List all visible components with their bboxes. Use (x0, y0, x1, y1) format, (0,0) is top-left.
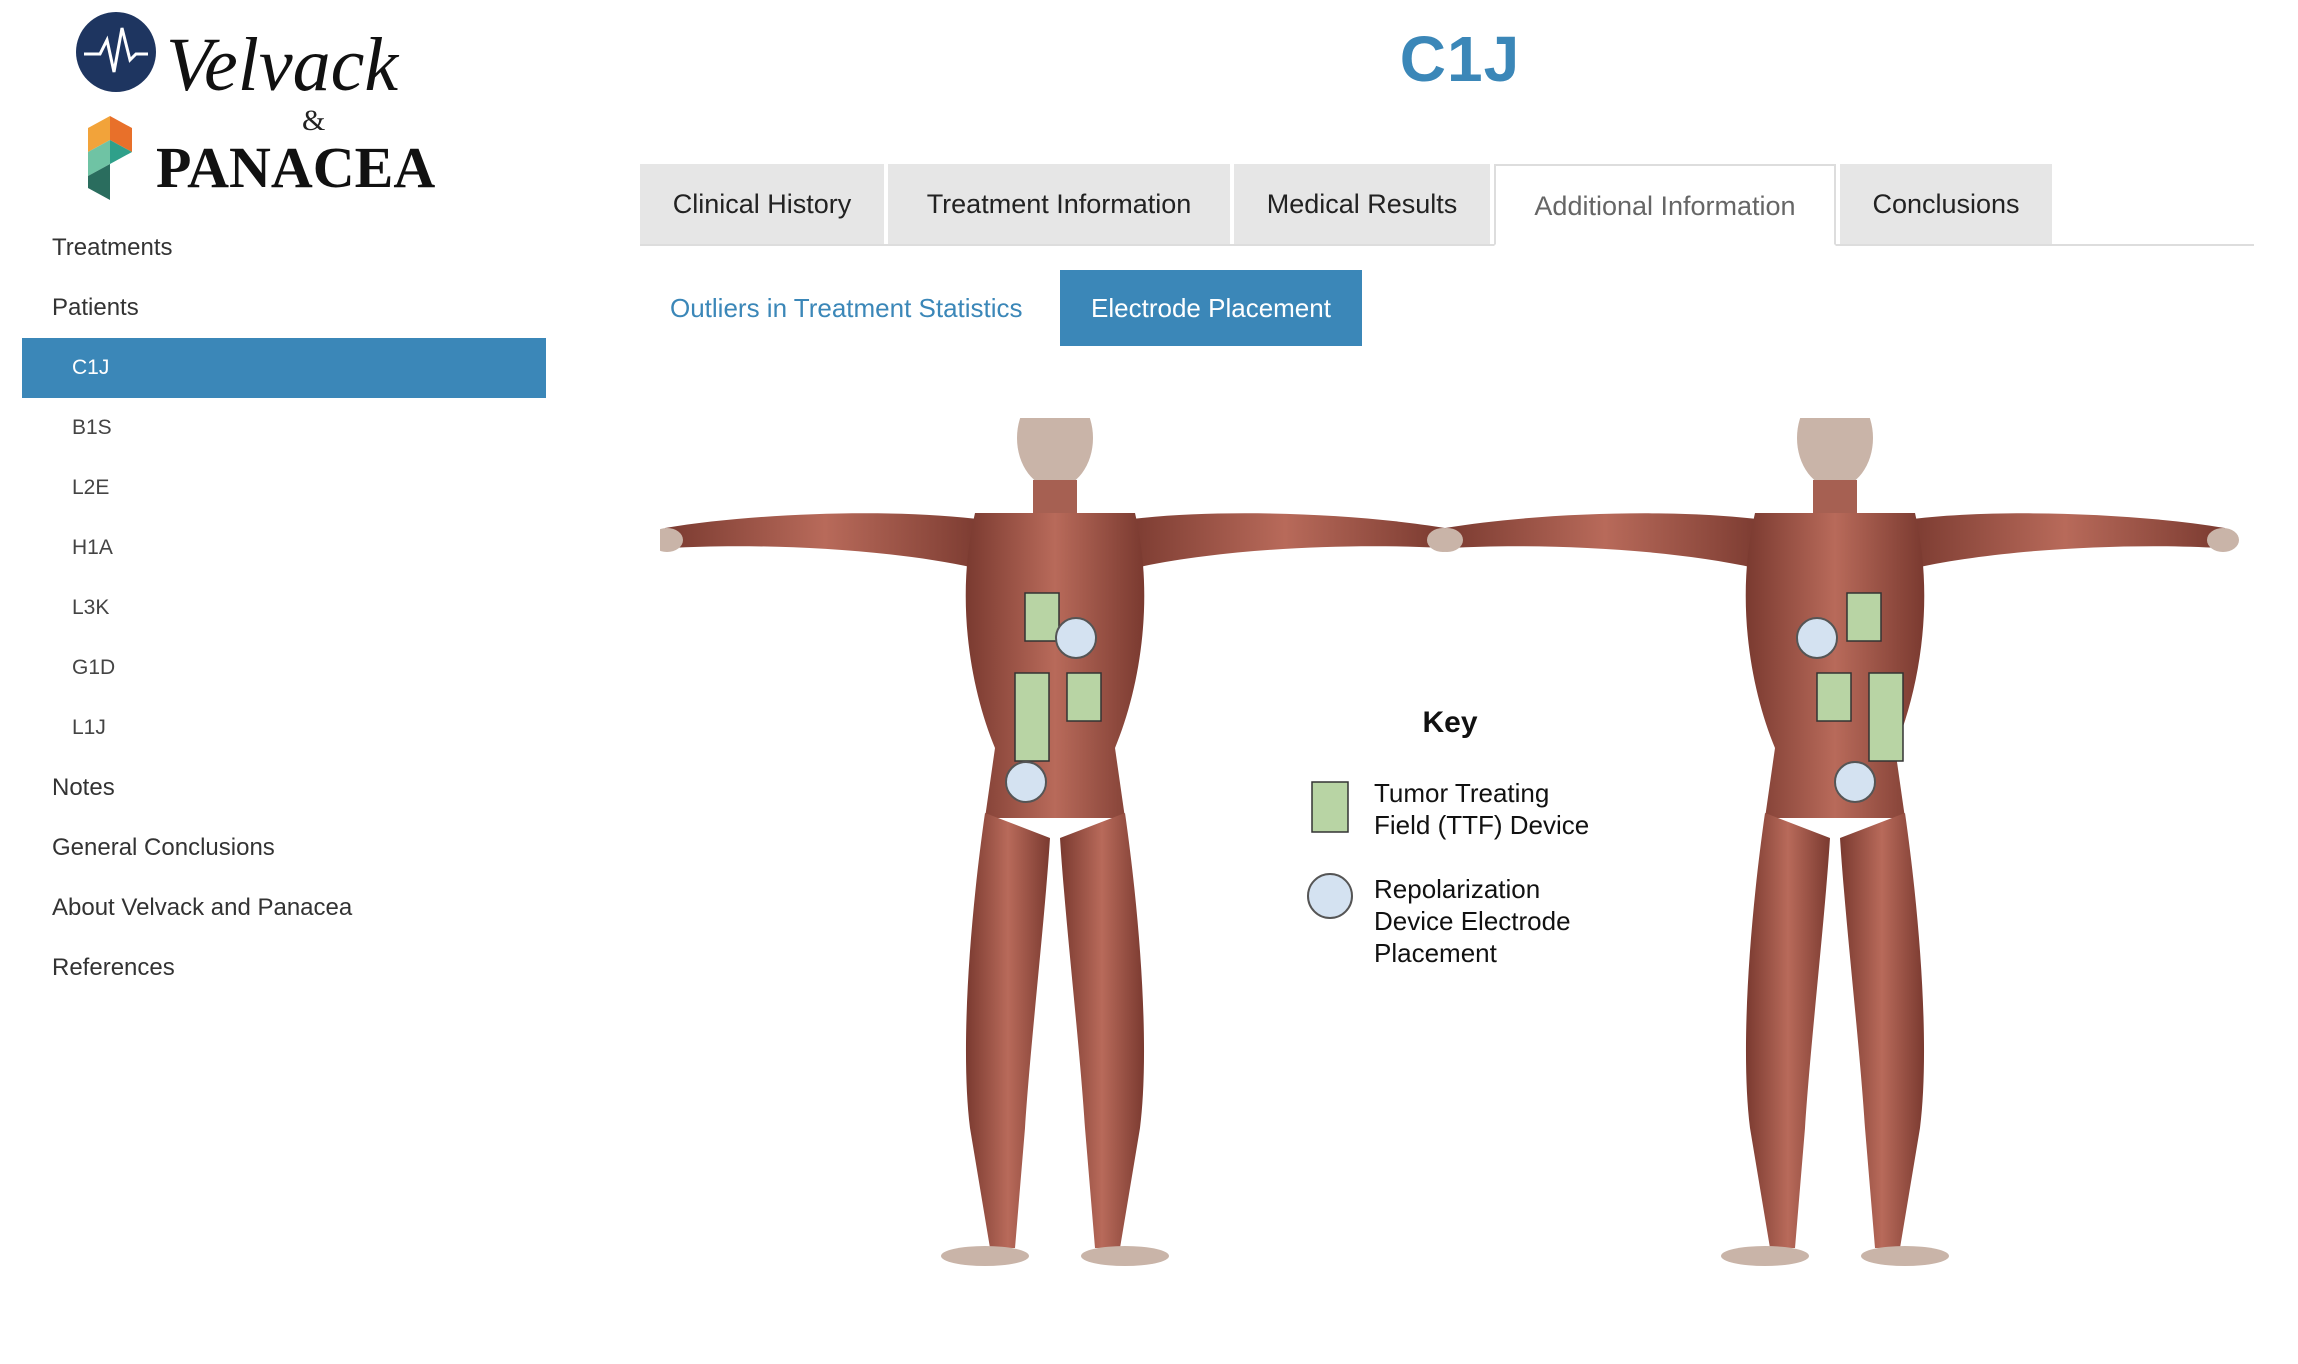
electrode-marker (1005, 761, 1047, 803)
electrode-marker (1834, 761, 1876, 803)
body-front-view (1431, 418, 2239, 1266)
key-repolarization-label-line2: Device Electrode (1374, 906, 1571, 936)
tab-conclusions[interactable]: Conclusions (1840, 164, 2052, 244)
velvack-panacea-logo: Velvack & PANACEA (70, 12, 490, 212)
subtab-outliers[interactable]: Outliers in Treatment Statistics (670, 270, 1023, 346)
tab-medical-results[interactable]: Medical Results (1234, 164, 1490, 244)
sidebar-nav: Treatments Patients C1J B1S L2E H1A L3K … (22, 218, 546, 998)
electrode-marker (1055, 617, 1097, 659)
tab-clinical-history[interactable]: Clinical History (640, 164, 884, 244)
sidebar-item-patient-l1j[interactable]: L1J (22, 698, 546, 758)
panacea-mark-icon (88, 116, 132, 200)
ttf-device-marker (1846, 592, 1882, 642)
logo-ampersand: & (302, 104, 325, 137)
sidebar-item-patient-g1d[interactable]: G1D (22, 638, 546, 698)
logo-velvack-text: Velvack (166, 23, 399, 107)
logo-graphic: Velvack & PANACEA (76, 12, 435, 200)
figure-key: Key Tumor Treating Field (TTF) Device Re… (1307, 706, 1589, 968)
ttf-device-marker (1816, 672, 1852, 722)
key-ttf-label-line2: Field (TTF) Device (1374, 810, 1589, 840)
key-repolarization-label-line3: Placement (1374, 938, 1498, 968)
sidebar-item-patient-h1a[interactable]: H1A (22, 518, 546, 578)
sidebar-item-about[interactable]: About Velvack and Panacea (22, 878, 546, 938)
tab-additional-information[interactable]: Additional Information (1494, 164, 1836, 246)
key-title: Key (1422, 706, 1477, 739)
sidebar-item-patients[interactable]: Patients (22, 278, 546, 338)
sidebar-item-treatments[interactable]: Treatments (22, 218, 546, 278)
key-repolarization-label-line1: Repolarization (1374, 874, 1540, 904)
sidebar-item-patient-l2e[interactable]: L2E (22, 458, 546, 518)
sidebar-item-general-conclusions[interactable]: General Conclusions (22, 818, 546, 878)
ttf-device-marker (1868, 672, 1904, 762)
key-ttf-label-line1: Tumor Treating (1374, 778, 1549, 808)
tab-treatment-information[interactable]: Treatment Information (888, 164, 1230, 244)
body-back-view (660, 418, 1459, 1266)
sidebar-item-notes[interactable]: Notes (22, 758, 546, 818)
sidebar-item-patient-l3k[interactable]: L3K (22, 578, 546, 638)
sidebar-item-patient-c1j[interactable]: C1J (22, 338, 546, 398)
ttf-device-marker (1066, 672, 1102, 722)
sidebar-item-patient-b1s[interactable]: B1S (22, 398, 546, 458)
key-electrode-swatch (1307, 873, 1353, 919)
heartbeat-icon-circle (76, 12, 156, 92)
electrode-placement-figure: Key Tumor Treating Field (TTF) Device Re… (660, 418, 2260, 1278)
ttf-device-marker (1014, 672, 1050, 762)
sidebar-item-references[interactable]: References (22, 938, 546, 998)
key-ttf-swatch (1311, 781, 1349, 833)
anatomy-diagram: Key Tumor Treating Field (TTF) Device Re… (660, 418, 2239, 1266)
subtab-electrode-placement[interactable]: Electrode Placement (1060, 270, 1362, 346)
logo-panacea-text: PANACEA (156, 135, 435, 200)
page-title: C1J (1399, 23, 1521, 95)
main-tab-bar: Clinical History Treatment Information M… (640, 164, 2254, 246)
electrode-marker (1796, 617, 1838, 659)
ttf-device-marker (1024, 592, 1060, 642)
